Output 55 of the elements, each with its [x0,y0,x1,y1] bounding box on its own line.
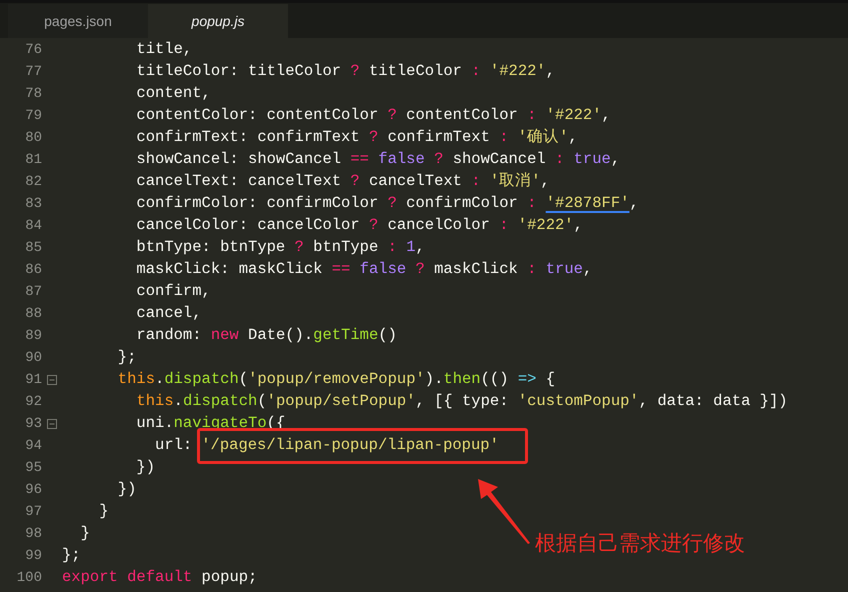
code-line: cancelText: cancelText ? cancelText : '取消', [135,171,550,192]
line-number: 95 [24,458,42,478]
code-line: }; [116,347,136,368]
line-number: 76 [24,40,42,60]
code-line: btnType: btnType ? btnType : 1, [135,237,425,258]
line-number: 96 [24,480,42,500]
fold-icon[interactable] [47,419,57,429]
line-number: 85 [24,238,42,258]
line-number: 89 [24,326,42,346]
line-number: 93 [24,414,42,434]
editor-tab[interactable]: pages.json [8,4,148,38]
code-string: '/pages/lipan-popup/lipan-popup' [201,435,499,456]
code-line: maskClick: maskClick == false ? maskClick : true, [135,259,592,280]
code-line: cancel, [135,303,202,324]
line-number: 88 [24,304,42,324]
line-number: 99 [24,546,42,566]
code-line: title, [135,39,192,60]
annotation-text: 根据自己需求进行修改 [535,531,745,557]
code-line: confirmText: confirmText ? confirmText : '确认', [135,127,578,148]
line-number: 82 [24,172,42,192]
line-number: 100 [16,568,42,588]
code-line: } [80,523,90,544]
line-number: 86 [24,260,42,280]
line-number: 90 [24,348,42,368]
line-number: 77 [24,62,42,82]
line-number: 92 [24,392,42,412]
code-line: this.dispatch('popup/removePopup').then(() => { [116,369,556,390]
line-number: 94 [24,436,42,456]
code-line: export default popup; [62,567,258,588]
line-number: 97 [24,502,42,522]
line-number: 81 [24,150,42,170]
code-line: random: new Date().getTime() [135,325,397,346]
code-line: }) [135,457,156,478]
editor-tab[interactable]: popup.js [148,4,288,38]
code-line: confirmColor: confirmColor ? confirmColor : '#2878FF', [135,193,639,214]
code-line: } [98,501,109,522]
line-number: 83 [24,194,42,214]
code-line: cancelColor: cancelColor ? cancelColor : '#222', [135,215,583,236]
code-line: }; [62,545,81,566]
code-line: titleColor: titleColor ? titleColor : '#222', [135,61,556,82]
code-line: }) [116,479,136,500]
line-number: 84 [24,216,42,236]
code-line: this.dispatch('popup/setPopup', [{ type: 'customPopup', data: data }]) [135,391,788,412]
line-number: 87 [24,282,42,302]
code-line: url: [154,435,192,456]
code-line: showCancel: showCancel == false ? showCancel : true, [135,149,620,170]
code-line: confirm, [135,281,211,302]
line-number: 98 [24,524,42,544]
line-number: 79 [24,106,42,126]
code-line: contentColor: contentColor ? contentColor : '#222', [135,105,611,126]
line-number: 80 [24,128,42,148]
code-line: content, [135,83,211,104]
line-number: 91 [24,370,42,390]
line-number: 78 [24,84,42,104]
fold-icon[interactable] [47,375,57,385]
